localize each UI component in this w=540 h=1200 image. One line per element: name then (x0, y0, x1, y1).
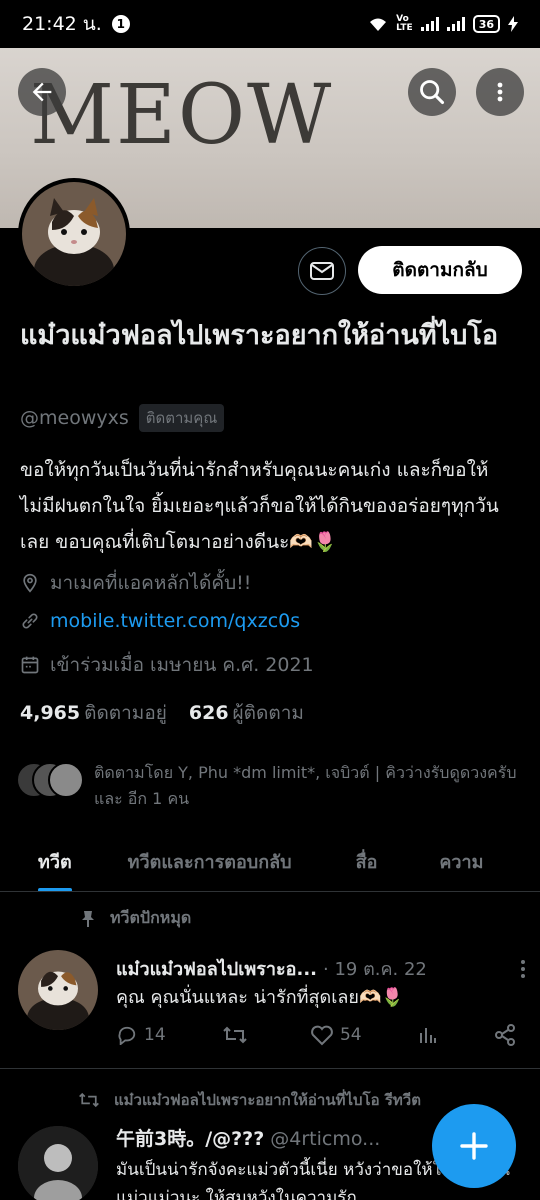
joined-date: เข้าร่วมเมื่อ เมษายน ค.ศ. 2021 (50, 654, 314, 676)
tweet-date: · 19 ต.ค. 22 (323, 959, 427, 980)
retweet-button[interactable] (222, 1025, 254, 1045)
heart-icon (311, 1025, 333, 1046)
pin-icon (82, 910, 94, 927)
tab-media[interactable]: สื่อ (355, 830, 378, 891)
calendar-icon (21, 656, 39, 674)
signal-2-icon (446, 17, 465, 31)
wifi-icon (370, 18, 387, 31)
more-vertical-icon[interactable] (520, 959, 526, 979)
tweet-header: 午前3時。/@??? @4rticmo... (116, 1124, 416, 1151)
tweet-avatar[interactable] (18, 1126, 98, 1200)
username-handle: @meowyxs (20, 407, 129, 429)
pinned-indicator: ทวีตปักหมุด (80, 906, 191, 931)
charging-icon (508, 16, 518, 32)
clock: 21:42 น. (22, 13, 102, 35)
like-count: 54 (339, 1025, 362, 1045)
more-vertical-icon (497, 82, 503, 102)
followers-count: 626 (188, 702, 229, 724)
tab-label: ทวีต (38, 851, 72, 873)
share-icon (494, 1024, 515, 1046)
tweet-actions: 14 54 (116, 1024, 516, 1046)
tweet-header: แม๋วแม๋วฟอลไปเพราะอ... · 19 ต.ค. 22 (116, 954, 526, 983)
handle-row: @meowyxs ติดตามคุณ (20, 404, 225, 432)
tweet-text: คุณ คุณนั่นแหละ น่ารักที่สุดเลย🫶🏻🌷 (116, 987, 404, 1008)
tab-tweets-replies[interactable]: ทวีตและการตอบกลับ (127, 830, 292, 891)
cat-photo (18, 950, 98, 1030)
profile-link[interactable]: mobile.twitter.com/qxzc0s (50, 610, 300, 632)
notification-badge: 1 (111, 15, 130, 33)
following-link[interactable]: 4,965 ติดตามอยู่ (20, 698, 167, 728)
follows-you-badge: ติดตามคุณ (138, 404, 225, 432)
link-icon (22, 613, 38, 629)
reply-button[interactable]: 14 (116, 1025, 166, 1045)
reply-count: 14 (144, 1025, 166, 1045)
following-label: ติดตามอยู่ (84, 702, 167, 724)
followed-by-avatars (16, 760, 84, 800)
tab-label: สื่อ (355, 851, 378, 873)
profile-tabs: ทวีต ทวีตและการตอบกลับ สื่อ ความ (0, 830, 540, 892)
following-count: 4,965 (20, 702, 81, 724)
like-button[interactable]: 54 (310, 1024, 362, 1046)
followers-link[interactable]: 626 ผู้ติดตาม (189, 698, 304, 728)
follow-back-button[interactable]: ติดตามกลับ (358, 246, 522, 294)
mail-icon (310, 262, 334, 280)
followers-label: ผู้ติดตาม (232, 702, 304, 724)
tweet-author[interactable]: แม๋วแม๋วฟอลไปเพราะอ... (116, 954, 317, 983)
analytics-icon (419, 1028, 436, 1043)
signal-icon (420, 17, 439, 31)
tweet-author[interactable]: 午前3時。/@??? (116, 1128, 264, 1150)
analytics-button[interactable] (418, 1025, 438, 1045)
arrow-left-icon (32, 82, 52, 102)
retweet-icon (79, 1092, 99, 1108)
more-options-button[interactable] (476, 68, 524, 116)
tweet-avatar[interactable] (18, 950, 98, 1030)
location-text: มาเมคที่แอคหลักได้คั้บ!! (50, 572, 252, 594)
share-button[interactable] (494, 1024, 516, 1046)
user-photo (18, 1126, 98, 1200)
search-button[interactable] (408, 68, 456, 116)
follow-counts: 4,965 ติดตามอยู่ 626 ผู้ติดตาม (20, 698, 304, 728)
volte-icon: Vo LTE (396, 14, 413, 33)
compose-tweet-button[interactable] (432, 1104, 516, 1188)
cat-photo (22, 182, 126, 286)
reply-icon (118, 1026, 136, 1045)
link-row: mobile.twitter.com/qxzc0s (20, 610, 300, 632)
retweet-label: แม๋วแม๋วฟอลไปเพราะอยากให้อ่านที่ไบโอ รีท… (114, 1091, 421, 1109)
pinned-label: ทวีตปักหมุด (110, 908, 192, 927)
divider (0, 1068, 540, 1069)
display-name: แม๋วแม๋วฟอลไปเพราะอยากให้อ่านที่ไบโอ (20, 320, 499, 351)
mini-avatar (48, 762, 84, 798)
message-button[interactable] (298, 247, 346, 295)
tab-label: ทวีตและการตอบกลับ (127, 851, 292, 873)
status-bar: 21:42 น. 1 Vo LTE 36 (0, 0, 540, 48)
location-pin-icon (23, 573, 37, 593)
retweet-icon (223, 1026, 247, 1044)
tab-tweets[interactable]: ทวีต (38, 830, 72, 891)
profile-avatar[interactable] (18, 178, 130, 290)
battery-icon: 36 (472, 15, 500, 33)
joined-row: เข้าร่วมเมื่อ เมษายน ค.ศ. 2021 (20, 650, 314, 680)
search-icon (420, 80, 445, 105)
location-row: มาเมคที่แอคหลักได้คั้บ!! (20, 568, 251, 598)
tab-likes[interactable]: ความ (439, 830, 484, 891)
tweet-handle: @4rticmo... (270, 1128, 381, 1150)
plus-icon (460, 1132, 488, 1160)
profile-bio: ขอให้ทุกวันเป็นวันที่น่ารักสำหรับคุณนะคน… (20, 459, 499, 553)
followed-by-text: ติดตามโดย Y, Phu *dm limit*, เจบิวต์ | ค… (94, 763, 517, 808)
followed-by-row[interactable]: ติดตามโดย Y, Phu *dm limit*, เจบิวต์ | ค… (16, 760, 524, 812)
banner-text: MEOW (30, 68, 334, 163)
tab-label: ความ (439, 851, 484, 873)
back-button[interactable] (18, 68, 66, 116)
